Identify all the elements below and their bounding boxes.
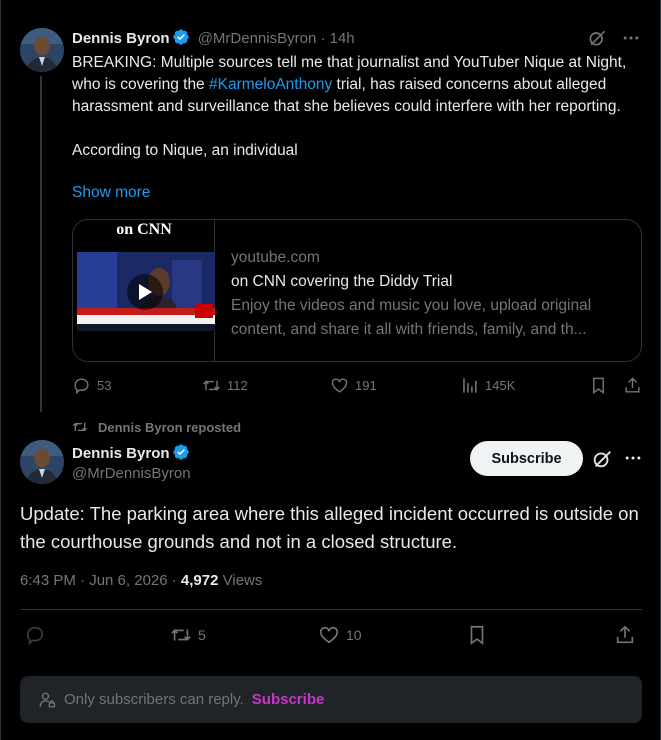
author-name[interactable]: Dennis Byron — [72, 30, 170, 47]
card-description: Enjoy the videos and music you love, upl… — [231, 297, 592, 338]
card-domain: youtube.com — [231, 249, 320, 266]
repost-button[interactable]: 112 — [202, 376, 248, 395]
tweet1-actions: 53 112 191 145K — [72, 376, 646, 400]
bookmark-icon — [593, 377, 604, 395]
repost-count: 5 — [198, 627, 206, 643]
author-handle[interactable]: @MrDennisByron — [72, 465, 191, 482]
repost-icon — [72, 422, 88, 432]
grok-icon[interactable] — [587, 28, 607, 53]
more-options-icon[interactable] — [623, 448, 643, 473]
verified-badge-icon — [172, 29, 189, 45]
repost-button[interactable]: 5 — [170, 624, 206, 646]
avatar[interactable] — [20, 440, 64, 484]
views-chart-icon — [463, 378, 477, 393]
views-label: Views — [218, 572, 263, 589]
heart-icon — [331, 378, 348, 393]
verified-badge-icon — [172, 444, 189, 460]
reply-icon — [74, 378, 89, 395]
tweet1-text: BREAKING: Multiple sources tell me that … — [72, 52, 646, 162]
like-button[interactable]: 10 — [318, 624, 362, 646]
views-count: 4,972 — [180, 572, 219, 589]
bookmark-button[interactable] — [466, 624, 488, 646]
views-button[interactable]: 145K — [460, 376, 515, 395]
divider — [20, 609, 642, 610]
card-thumbnail[interactable]: on CNN — [73, 220, 215, 361]
thread-line — [40, 76, 42, 412]
avatar-photo-icon — [20, 28, 64, 72]
like-count: 10 — [346, 627, 362, 643]
reply-restriction-text: Only subscribers can reply. — [64, 691, 244, 708]
share-icon — [625, 377, 640, 393]
reply-restriction-bar: Only subscribers can reply. Subscribe — [20, 676, 642, 723]
share-button[interactable] — [623, 376, 642, 395]
tweet2-actions: 5 10 — [20, 624, 642, 650]
tweet1-header: Dennis Byron @MrDennisByron · 14h — [72, 28, 355, 47]
reply-count: 53 — [97, 378, 112, 393]
post-time[interactable]: · 14h — [320, 30, 354, 47]
avatar-photo-icon — [20, 440, 64, 484]
repost-icon — [203, 380, 220, 391]
repost-count: 112 — [227, 378, 248, 393]
more-options-icon[interactable] — [621, 28, 641, 53]
share-button[interactable] — [614, 624, 636, 646]
user-lock-icon — [39, 692, 56, 707]
subscribe-button[interactable]: Subscribe — [470, 441, 583, 476]
repost-icon — [171, 629, 191, 641]
author-handle[interactable]: @MrDennisByron — [198, 30, 317, 47]
link-card[interactable]: on CNN youtube.com on CNN covering the D… — [72, 219, 642, 362]
show-more-link[interactable]: Show more — [72, 184, 150, 202]
subscribe-link[interactable]: Subscribe — [252, 691, 325, 708]
post-metadata: 6:43 PM · Jun 6, 2026 · 4,972 Views — [20, 572, 262, 589]
views-count: 145K — [485, 378, 516, 393]
avatar[interactable] — [20, 28, 64, 72]
tweet2-author: Dennis Byron — [72, 443, 190, 463]
reply-button[interactable] — [24, 624, 52, 646]
repost-label[interactable]: Dennis Byron reposted — [98, 420, 241, 435]
thumbnail-title: on CNN — [116, 221, 172, 238]
like-button[interactable]: 191 — [330, 376, 377, 395]
bookmark-button[interactable] — [589, 376, 608, 395]
like-count: 191 — [355, 378, 377, 393]
author-name[interactable]: Dennis Byron — [72, 445, 170, 462]
card-title: on CNN covering the Diddy Trial — [231, 273, 453, 290]
hashtag-link[interactable]: #KarmeloAnthony — [209, 76, 332, 93]
tweet2-text: Update: The parking area where this alle… — [20, 503, 639, 552]
repost-indicator: Dennis Byron reposted — [72, 419, 241, 435]
play-icon[interactable] — [127, 274, 163, 310]
grok-icon[interactable] — [591, 448, 613, 475]
share-icon — [616, 625, 634, 644]
reply-button[interactable]: 53 — [72, 376, 111, 395]
post-timestamp[interactable]: 6:43 PM · Jun 6, 2026 · — [20, 572, 181, 589]
reply-icon — [26, 626, 44, 646]
thumbnail-image — [77, 252, 215, 331]
bookmark-icon — [470, 625, 484, 645]
heart-icon — [319, 626, 339, 644]
